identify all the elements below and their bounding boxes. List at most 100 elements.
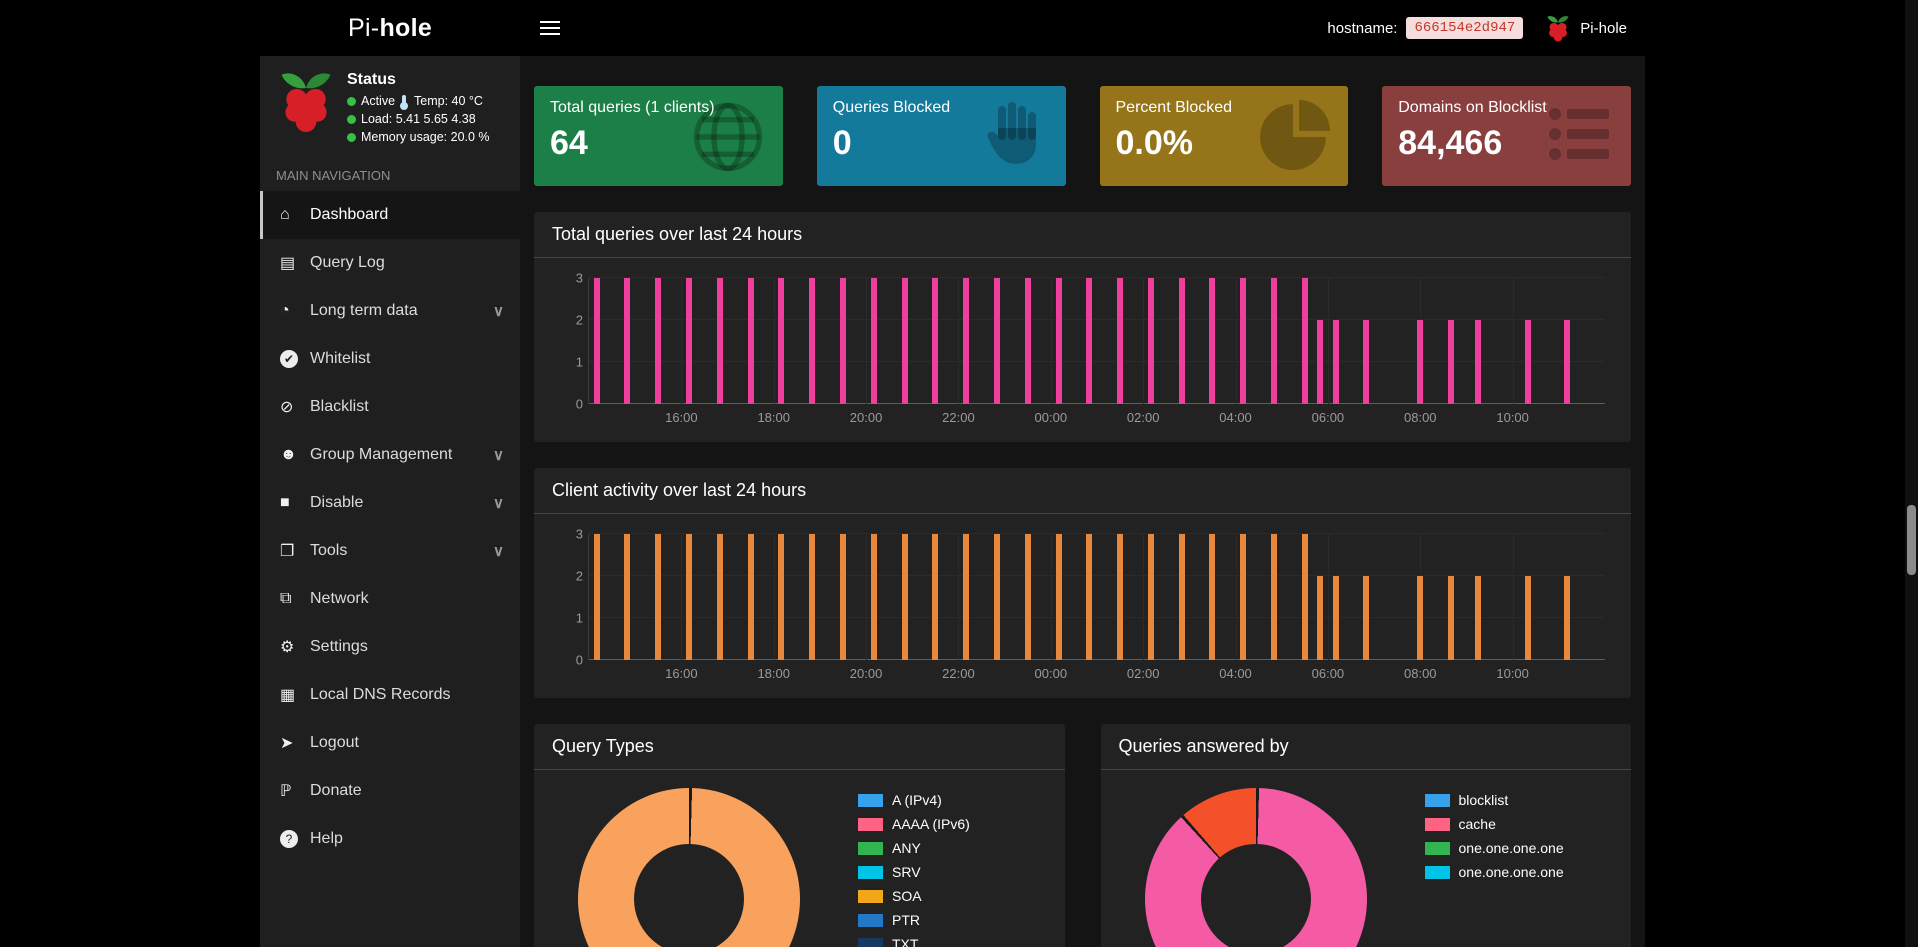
- sidebar-item-tools[interactable]: ❐Tools∨: [260, 527, 520, 575]
- query-types-panel: Query Types A (IPv4)AAAA (IPv6)ANYSRVSOA…: [534, 724, 1065, 947]
- bar: [1333, 320, 1339, 404]
- scrollbar-thumb[interactable]: [1907, 505, 1916, 575]
- legend-item[interactable]: SOA: [858, 888, 970, 904]
- donut-chart[interactable]: [1145, 788, 1367, 947]
- sidebar-item-label: Disable: [310, 494, 363, 512]
- x-axis-tick: 22:00: [942, 666, 975, 681]
- users-icon: ☻: [280, 446, 310, 464]
- bar: [1179, 278, 1185, 404]
- queries-over-time-chart[interactable]: 012316:0018:0020:0022:0000:0002:0004:000…: [534, 258, 1631, 442]
- bar: [809, 534, 815, 660]
- legend-item[interactable]: TXT: [858, 936, 970, 947]
- v-gridline: [1051, 534, 1052, 660]
- answered-by-chart[interactable]: blocklist cache one.one.one.one one.one.one…: [1101, 770, 1632, 947]
- legend-swatch: [858, 938, 883, 947]
- bar: [1525, 576, 1531, 660]
- legend-item[interactable]: A (IPv4): [858, 792, 970, 808]
- status-dot-icon: [347, 115, 356, 124]
- bar-chart: 012316:0018:0020:0022:0000:0002:0004:000…: [552, 528, 1613, 686]
- donut-hole: [1201, 844, 1311, 947]
- summary-card-percent-blocked[interactable]: Percent Blocked0.0%: [1100, 86, 1349, 186]
- sidebar-item-label: Network: [310, 590, 369, 608]
- legend-item[interactable]: SRV: [858, 864, 970, 880]
- summary-card-queries-blocked[interactable]: Queries Blocked0: [817, 86, 1066, 186]
- card-value: 64: [550, 124, 767, 163]
- check-circle-icon: ✔: [280, 350, 298, 368]
- brand-prefix: Pi-: [348, 14, 379, 43]
- legend-item[interactable]: blocklist: [1425, 792, 1564, 808]
- sidebar-item-disable[interactable]: ■Disable∨: [260, 479, 520, 527]
- sidebar-item-label: Help: [310, 830, 343, 848]
- sidebar-item-label: Long term data: [310, 302, 418, 320]
- sidebar-item-help[interactable]: ?Help: [260, 815, 520, 863]
- bar: [1025, 278, 1031, 404]
- bar: [1302, 534, 1308, 660]
- bar: [1056, 278, 1062, 404]
- bar: [1363, 576, 1369, 660]
- sidebar: Status ActiveTemp: 40 °CLoad: 5.41 5.65 …: [260, 56, 520, 947]
- bar: [994, 278, 1000, 404]
- home-icon: ⌂: [280, 206, 310, 224]
- legend-item[interactable]: AAAA (IPv6): [858, 816, 970, 832]
- legend-item[interactable]: one.one.one.one: [1425, 840, 1564, 856]
- legend-swatch: [858, 818, 883, 831]
- sidebar-item-whitelist[interactable]: ✔ Whitelist: [260, 335, 520, 383]
- bar: [624, 278, 630, 404]
- bar: [1117, 278, 1123, 404]
- sidebar-item-long-term-data[interactable]: ◔Long term data∨: [260, 287, 520, 335]
- client-activity-chart[interactable]: 012316:0018:0020:0022:0000:0002:0004:000…: [534, 514, 1631, 698]
- chart-legend: blocklist cache one.one.one.one one.one.one…: [1425, 792, 1564, 888]
- clock-icon: ◔: [280, 302, 310, 320]
- sidebar-item-local-dns-records[interactable]: ▦Local DNS Records: [260, 671, 520, 719]
- sidebar-item-group-management[interactable]: ☻Group Management∨: [260, 431, 520, 479]
- legend-item[interactable]: one.one.one.one: [1425, 864, 1564, 880]
- status-line: ActiveTemp: 40 °C: [347, 94, 490, 108]
- v-gridline: [1328, 278, 1329, 404]
- bar: [1363, 320, 1369, 404]
- sidebar-item-blacklist[interactable]: ⊘Blacklist: [260, 383, 520, 431]
- brand-logo[interactable]: Pi-hole: [260, 0, 520, 56]
- sidebar-item-label: Whitelist: [310, 350, 370, 368]
- hamburger-icon[interactable]: [528, 11, 572, 45]
- bar: [1240, 534, 1246, 660]
- x-axis-tick: 02:00: [1127, 410, 1160, 425]
- sidebar-item-donate[interactable]: ℙDonate: [260, 767, 520, 815]
- summary-card-total-queries-1-clients[interactable]: Total queries (1 clients)64: [534, 86, 783, 186]
- bar: [748, 534, 754, 660]
- bar: [655, 278, 661, 404]
- chevron-down-icon: ∨: [493, 494, 504, 512]
- sidebar-item-query-log[interactable]: ▤Query Log: [260, 239, 520, 287]
- legend-item[interactable]: ANY: [858, 840, 970, 856]
- donut-chart[interactable]: [578, 788, 800, 947]
- query-types-chart[interactable]: A (IPv4)AAAA (IPv6)ANYSRVSOAPTRTXTNAPTR: [534, 770, 1065, 947]
- summary-card-domains-on-blocklist[interactable]: Domains on Blocklist84,466: [1382, 86, 1631, 186]
- address-book-icon: ▦: [280, 685, 310, 705]
- card-value: 84,466: [1398, 124, 1615, 163]
- sidebar-item-network[interactable]: ⧉Network: [260, 575, 520, 623]
- v-gridline: [958, 278, 959, 404]
- bar: [902, 534, 908, 660]
- x-axis-tick: 16:00: [665, 410, 698, 425]
- bar: [1448, 576, 1454, 660]
- legend-item[interactable]: cache: [1425, 816, 1564, 832]
- sidebar-item-settings[interactable]: ⚙Settings: [260, 623, 520, 671]
- legend-label: cache: [1459, 816, 1496, 832]
- card-label: Queries Blocked: [833, 99, 1050, 117]
- bar: [871, 278, 877, 404]
- sidebar-item-logout[interactable]: ➤Logout: [260, 719, 520, 767]
- legend-label: one.one.one.one: [1459, 840, 1564, 856]
- status-dot-icon: [347, 133, 356, 142]
- bar: [902, 278, 908, 404]
- legend-swatch: [1425, 842, 1450, 855]
- scrollbar-track[interactable]: [1905, 0, 1918, 947]
- legend-swatch: [1425, 794, 1450, 807]
- sidebar-item-dashboard[interactable]: ⌂Dashboard: [260, 191, 520, 239]
- bar: [1417, 576, 1423, 660]
- hostname-badge: 666154e2d947: [1406, 17, 1523, 39]
- v-gridline: [681, 278, 682, 404]
- folder-icon: ❐: [280, 541, 310, 561]
- status-line: Load: 5.41 5.65 4.38: [347, 112, 490, 126]
- bar: [1475, 320, 1481, 404]
- bar: [655, 534, 661, 660]
- legend-item[interactable]: PTR: [858, 912, 970, 928]
